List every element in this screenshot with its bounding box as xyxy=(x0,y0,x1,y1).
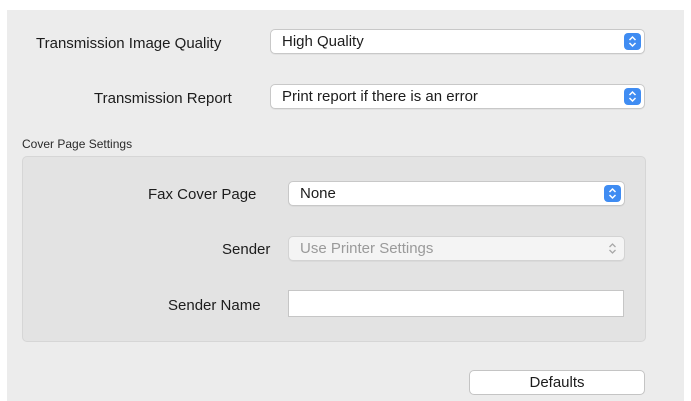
image-quality-popup[interactable]: High Quality xyxy=(270,29,645,54)
chevron-up-down-icon xyxy=(624,33,641,50)
sender-name-label: Sender Name xyxy=(168,297,261,314)
sender-label: Sender xyxy=(222,241,271,258)
defaults-button[interactable]: Defaults xyxy=(469,370,645,395)
transmission-report-value: Print report if there is an error xyxy=(282,88,478,105)
image-quality-value: High Quality xyxy=(282,33,364,50)
chevron-up-down-icon xyxy=(624,88,641,105)
fax-cover-page-popup[interactable]: None xyxy=(288,181,625,206)
cover-page-section-title: Cover Page Settings xyxy=(22,137,133,151)
fax-cover-page-label: Fax Cover Page xyxy=(148,186,257,203)
image-quality-label: Transmission Image Quality xyxy=(36,35,222,52)
transmission-report-label: Transmission Report xyxy=(94,90,232,107)
chevron-up-down-icon xyxy=(604,185,621,202)
chevron-up-down-icon xyxy=(604,240,621,257)
sender-value: Use Printer Settings xyxy=(300,240,434,257)
sender-popup: Use Printer Settings xyxy=(288,236,625,261)
transmission-report-popup[interactable]: Print report if there is an error xyxy=(270,84,645,109)
sender-name-field[interactable] xyxy=(288,290,624,317)
fax-cover-page-value: None xyxy=(300,185,336,202)
